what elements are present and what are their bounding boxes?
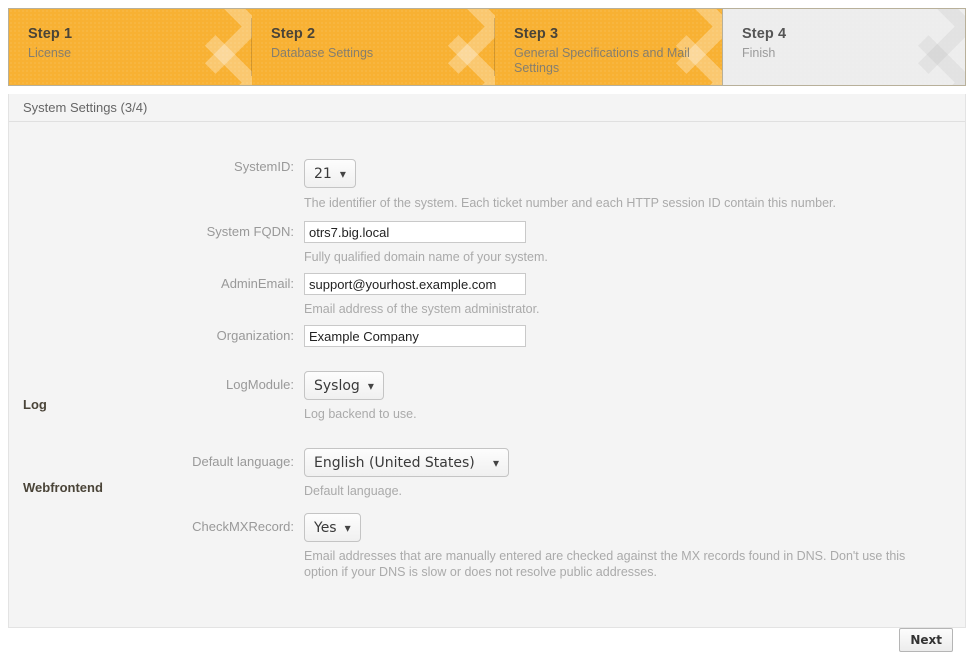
step-4-title: Step 4 [742,26,787,42]
next-button[interactable]: Next [899,628,953,652]
chevron-down-icon: ▾ [367,378,374,393]
field-row-default-language: Default language: English (United States… [9,448,965,499]
default-language-select[interactable]: English (United States) ▾ [304,448,509,477]
system-fqdn-label: System FQDN: [206,224,294,239]
organization-input[interactable] [304,325,526,347]
log-module-hint: Log backend to use. [304,407,417,421]
check-mx-record-hint: Email addresses that are manually entere… [304,549,906,579]
admin-email-hint: Email address of the system administrato… [304,302,540,316]
admin-email-label: AdminEmail: [221,276,294,291]
step-4-subtitle: Finish [742,46,776,60]
wizard-step-2[interactable]: Step 2 Database Settings [252,9,495,85]
system-id-select[interactable]: 21 ▾ [304,159,356,188]
wizard-step-4[interactable]: Step 4 Finish [723,9,965,85]
check-mx-record-value: Yes [314,519,337,536]
chevron-down-icon: ▾ [492,455,499,470]
admin-email-input[interactable] [304,273,526,295]
step-2-subtitle: Database Settings [271,46,374,60]
default-language-label: Default language: [192,454,294,469]
default-language-value: English (United States) [314,454,475,471]
system-id-value: 21 [314,165,332,182]
system-settings-panel: System Settings (3/4) Log Webfrontend Sy… [8,94,966,652]
field-row-system-fqdn: System FQDN: Fully qualified domain name… [9,221,965,265]
system-id-label: SystemID: [234,159,294,174]
default-language-hint: Default language. [304,484,402,498]
field-row-check-mx-record: CheckMXRecord: Yes ▾ Email addresses tha… [9,513,965,580]
panel-body: Log Webfrontend SystemID: 21 ▾ The ident… [9,159,965,664]
wizard-step-3[interactable]: Step 3 General Specifications and Mail S… [495,9,723,85]
panel-header: System Settings (3/4) [9,94,965,122]
step-2-title: Step 2 [271,26,316,42]
step-3-title: Step 3 [514,26,559,42]
field-row-organization: Organization: [9,325,965,347]
step-3-subtitle: General Specifications and Mail Settings [514,46,690,75]
chevron-down-icon: ▾ [344,520,351,535]
step-1-subtitle: License [28,46,72,60]
check-mx-record-label: CheckMXRecord: [192,519,294,534]
organization-label: Organization: [216,328,294,343]
check-mx-record-select[interactable]: Yes ▾ [304,513,361,542]
log-module-select[interactable]: Syslog ▾ [304,371,384,400]
step-1-title: Step 1 [28,26,73,42]
wizard-step-1[interactable]: Step 1 License [9,9,252,85]
log-module-label: LogModule: [226,377,294,392]
chevron-down-icon: ▾ [339,166,346,181]
field-row-admin-email: AdminEmail: Email address of the system … [9,273,965,317]
system-fqdn-hint: Fully qualified domain name of your syst… [304,250,548,264]
system-id-hint: The identifier of the system. Each ticke… [304,196,836,210]
field-row-log-module: LogModule: Syslog ▾ Log backend to use. [9,371,965,422]
system-fqdn-input[interactable] [304,221,526,243]
wizard-stepbar: Step 1 License Step 2 Database Settings … [8,8,966,86]
log-module-value: Syslog [314,377,360,394]
field-row-system-id: SystemID: 21 ▾ The identifier of the sys… [9,159,965,211]
